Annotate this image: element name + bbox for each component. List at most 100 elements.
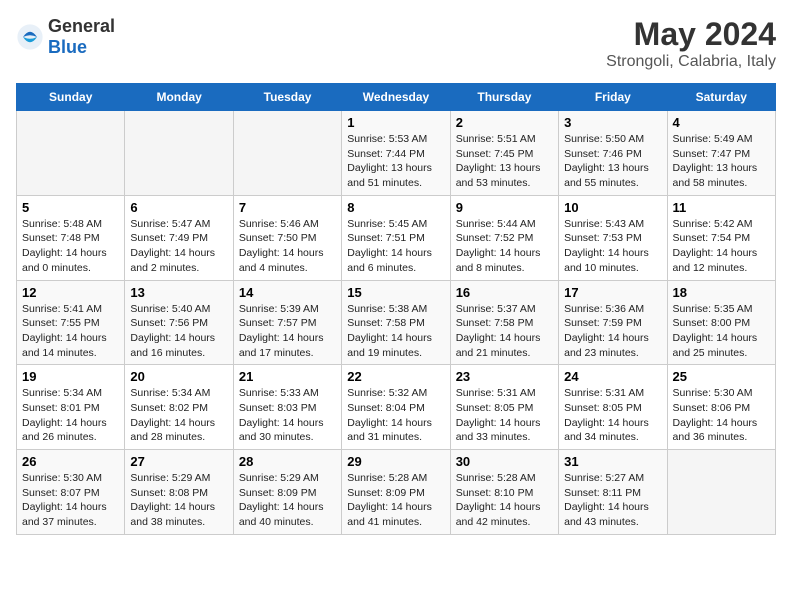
calendar-cell: 14 Sunrise: 5:39 AM Sunset: 7:57 PM Dayli… (233, 280, 341, 365)
day-number: 3 (564, 115, 661, 130)
logo-text: General Blue (48, 16, 115, 58)
day-info: Sunrise: 5:40 AM Sunset: 7:56 PM Dayligh… (130, 302, 227, 361)
day-number: 25 (673, 369, 770, 384)
day-info: Sunrise: 5:32 AM Sunset: 8:04 PM Dayligh… (347, 386, 444, 445)
day-info: Sunrise: 5:47 AM Sunset: 7:49 PM Dayligh… (130, 217, 227, 276)
day-info: Sunrise: 5:33 AM Sunset: 8:03 PM Dayligh… (239, 386, 336, 445)
day-number: 11 (673, 200, 770, 215)
day-info: Sunrise: 5:42 AM Sunset: 7:54 PM Dayligh… (673, 217, 770, 276)
calendar-cell: 31Sunrise: 5:27 AM Sunset: 8:11 PM Dayli… (559, 450, 667, 535)
calendar-cell (17, 111, 125, 196)
week-row-5: 26 Sunrise: 5:30 AM Sunset: 8:07 PM Dayli… (17, 450, 776, 535)
day-header-friday: Friday (559, 84, 667, 111)
location-subtitle: Strongoli, Calabria, Italy (606, 53, 776, 71)
calendar-cell: 18 Sunrise: 5:35 AM Sunset: 8:00 PM Dayli… (667, 280, 775, 365)
day-info: Sunrise: 5:28 AM Sunset: 8:09 PM Dayligh… (347, 471, 444, 530)
week-row-1: 1 Sunrise: 5:53 AM Sunset: 7:44 PM Daylig… (17, 111, 776, 196)
day-number: 4 (673, 115, 770, 130)
calendar-cell: 1 Sunrise: 5:53 AM Sunset: 7:44 PM Daylig… (342, 111, 450, 196)
calendar-cell: 26 Sunrise: 5:30 AM Sunset: 8:07 PM Dayli… (17, 450, 125, 535)
day-number: 21 (239, 369, 336, 384)
calendar-cell (667, 450, 775, 535)
day-number: 28 (239, 454, 336, 469)
day-info: Sunrise: 5:51 AM Sunset: 7:45 PM Dayligh… (456, 132, 553, 191)
day-header-thursday: Thursday (450, 84, 558, 111)
calendar-cell: 24 Sunrise: 5:31 AM Sunset: 8:05 PM Dayli… (559, 365, 667, 450)
calendar-cell: 4Sunrise: 5:49 AM Sunset: 7:47 PM Daylig… (667, 111, 775, 196)
day-info: Sunrise: 5:39 AM Sunset: 7:57 PM Dayligh… (239, 302, 336, 361)
day-number: 8 (347, 200, 444, 215)
day-number: 23 (456, 369, 553, 384)
day-number: 12 (22, 285, 119, 300)
calendar-cell: 21 Sunrise: 5:33 AM Sunset: 8:03 PM Dayli… (233, 365, 341, 450)
week-row-4: 19Sunrise: 5:34 AM Sunset: 8:01 PM Dayli… (17, 365, 776, 450)
day-number: 14 (239, 285, 336, 300)
calendar-cell (125, 111, 233, 196)
day-number: 30 (456, 454, 553, 469)
day-info: Sunrise: 5:46 AM Sunset: 7:50 PM Dayligh… (239, 217, 336, 276)
calendar-cell: 17 Sunrise: 5:36 AM Sunset: 7:59 PM Dayli… (559, 280, 667, 365)
day-number: 17 (564, 285, 661, 300)
calendar-cell: 29 Sunrise: 5:28 AM Sunset: 8:09 PM Dayli… (342, 450, 450, 535)
logo-icon (16, 23, 44, 51)
day-number: 7 (239, 200, 336, 215)
calendar-cell: 11 Sunrise: 5:42 AM Sunset: 7:54 PM Dayli… (667, 195, 775, 280)
day-info: Sunrise: 5:37 AM Sunset: 7:58 PM Dayligh… (456, 302, 553, 361)
month-year-title: May 2024 (606, 16, 776, 53)
calendar-cell: 19Sunrise: 5:34 AM Sunset: 8:01 PM Dayli… (17, 365, 125, 450)
calendar-cell (233, 111, 341, 196)
day-info: Sunrise: 5:28 AM Sunset: 8:10 PM Dayligh… (456, 471, 553, 530)
calendar-cell: 7 Sunrise: 5:46 AM Sunset: 7:50 PM Daylig… (233, 195, 341, 280)
calendar-cell: 16 Sunrise: 5:37 AM Sunset: 7:58 PM Dayli… (450, 280, 558, 365)
day-number: 29 (347, 454, 444, 469)
day-info: Sunrise: 5:30 AM Sunset: 8:07 PM Dayligh… (22, 471, 119, 530)
day-number: 22 (347, 369, 444, 384)
day-number: 5 (22, 200, 119, 215)
title-block: May 2024 Strongoli, Calabria, Italy (606, 16, 776, 71)
day-number: 6 (130, 200, 227, 215)
day-number: 31 (564, 454, 661, 469)
days-header-row: SundayMondayTuesdayWednesdayThursdayFrid… (17, 84, 776, 111)
day-number: 1 (347, 115, 444, 130)
calendar-cell: 6 Sunrise: 5:47 AM Sunset: 7:49 PM Daylig… (125, 195, 233, 280)
day-info: Sunrise: 5:36 AM Sunset: 7:59 PM Dayligh… (564, 302, 661, 361)
day-number: 2 (456, 115, 553, 130)
day-number: 10 (564, 200, 661, 215)
day-number: 18 (673, 285, 770, 300)
day-header-monday: Monday (125, 84, 233, 111)
day-info: Sunrise: 5:35 AM Sunset: 8:00 PM Dayligh… (673, 302, 770, 361)
calendar-cell: 5 Sunrise: 5:48 AM Sunset: 7:48 PM Daylig… (17, 195, 125, 280)
calendar-cell: 13 Sunrise: 5:40 AM Sunset: 7:56 PM Dayli… (125, 280, 233, 365)
day-number: 24 (564, 369, 661, 384)
calendar-cell: 23 Sunrise: 5:31 AM Sunset: 8:05 PM Dayli… (450, 365, 558, 450)
day-info: Sunrise: 5:44 AM Sunset: 7:52 PM Dayligh… (456, 217, 553, 276)
calendar-table: SundayMondayTuesdayWednesdayThursdayFrid… (16, 83, 776, 535)
day-number: 15 (347, 285, 444, 300)
day-info: Sunrise: 5:34 AM Sunset: 8:01 PM Dayligh… (22, 386, 119, 445)
day-info: Sunrise: 5:45 AM Sunset: 7:51 PM Dayligh… (347, 217, 444, 276)
day-number: 9 (456, 200, 553, 215)
logo: General Blue (16, 16, 115, 58)
day-info: Sunrise: 5:29 AM Sunset: 8:08 PM Dayligh… (130, 471, 227, 530)
day-info: Sunrise: 5:31 AM Sunset: 8:05 PM Dayligh… (564, 386, 661, 445)
calendar-cell: 20Sunrise: 5:34 AM Sunset: 8:02 PM Dayli… (125, 365, 233, 450)
day-info: Sunrise: 5:41 AM Sunset: 7:55 PM Dayligh… (22, 302, 119, 361)
calendar-cell: 8 Sunrise: 5:45 AM Sunset: 7:51 PM Daylig… (342, 195, 450, 280)
calendar-cell: 12 Sunrise: 5:41 AM Sunset: 7:55 PM Dayli… (17, 280, 125, 365)
day-info: Sunrise: 5:31 AM Sunset: 8:05 PM Dayligh… (456, 386, 553, 445)
day-info: Sunrise: 5:38 AM Sunset: 7:58 PM Dayligh… (347, 302, 444, 361)
logo-general: General (48, 16, 115, 36)
day-number: 26 (22, 454, 119, 469)
day-info: Sunrise: 5:48 AM Sunset: 7:48 PM Dayligh… (22, 217, 119, 276)
day-info: Sunrise: 5:34 AM Sunset: 8:02 PM Dayligh… (130, 386, 227, 445)
day-number: 13 (130, 285, 227, 300)
calendar-cell: 15 Sunrise: 5:38 AM Sunset: 7:58 PM Dayli… (342, 280, 450, 365)
day-info: Sunrise: 5:53 AM Sunset: 7:44 PM Dayligh… (347, 132, 444, 191)
calendar-cell: 30 Sunrise: 5:28 AM Sunset: 8:10 PM Dayli… (450, 450, 558, 535)
calendar-cell: 3Sunrise: 5:50 AM Sunset: 7:46 PM Daylig… (559, 111, 667, 196)
day-info: Sunrise: 5:30 AM Sunset: 8:06 PM Dayligh… (673, 386, 770, 445)
calendar-cell: 10Sunrise: 5:43 AM Sunset: 7:53 PM Dayli… (559, 195, 667, 280)
page-header: General Blue May 2024 Strongoli, Calabri… (16, 16, 776, 71)
day-number: 16 (456, 285, 553, 300)
calendar-cell: 27Sunrise: 5:29 AM Sunset: 8:08 PM Dayli… (125, 450, 233, 535)
